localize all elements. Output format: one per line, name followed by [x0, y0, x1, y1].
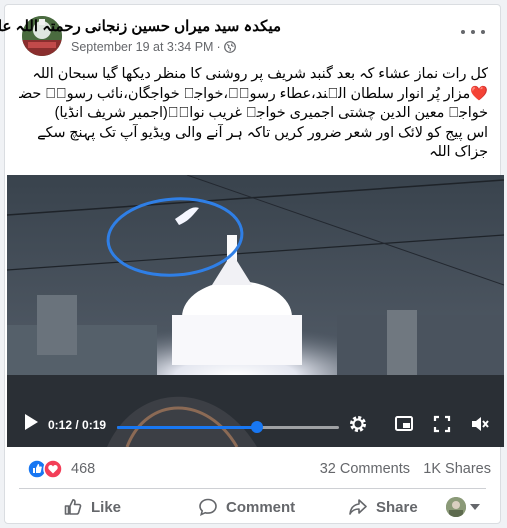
fullscreen-icon[interactable]: [432, 414, 452, 434]
action-bar: Like Comment Share: [19, 491, 486, 523]
video-player[interactable]: 0:12 / 0:19: [7, 175, 504, 447]
progress-fill: [117, 426, 258, 429]
progress-bar[interactable]: [117, 426, 339, 429]
shares-count[interactable]: 1K Shares: [423, 461, 491, 477]
post-timestamp[interactable]: September 19 at 3:34 PM: [71, 40, 213, 54]
caption-line: خواجہ معین الدین چشتی اجمیری خواجہ غریب …: [54, 105, 488, 122]
play-icon[interactable]: [25, 414, 38, 430]
comments-count[interactable]: 32 Comments: [320, 461, 410, 477]
comment-label: Comment: [226, 498, 296, 516]
post-meta: September 19 at 3:34 PM ·: [71, 40, 236, 54]
more-options-icon[interactable]: [461, 25, 485, 39]
like-button[interactable]: Like: [63, 491, 121, 523]
settings-icon[interactable]: [348, 414, 368, 434]
pip-icon[interactable]: [394, 414, 414, 434]
page-name[interactable]: میکدہ سید میراں حسین زنجانی رحمتہ اللہ ع…: [0, 17, 281, 35]
caption-line: جزاک اللہ: [429, 144, 488, 161]
volume-icon[interactable]: [470, 414, 490, 434]
share-button[interactable]: Share: [348, 491, 418, 523]
like-label: Like: [91, 498, 122, 516]
share-label: Share: [376, 498, 418, 516]
comment-icon: [199, 498, 217, 517]
reaction-count[interactable]: 468: [71, 461, 95, 477]
video-time: 0:12 / 0:19: [48, 418, 107, 432]
like-icon: [64, 499, 82, 515]
caption-line: ❤️مزار پُر انوار سلطان الہند،عطاء رسولؐ،…: [19, 85, 488, 102]
divider: [19, 488, 486, 489]
comment-button[interactable]: Comment: [198, 491, 295, 523]
reactions-summary: 468 32 Comments 1K Shares: [19, 457, 496, 481]
post-caption: کل رات نماز عشاء کہ بعد گنبد شریف پر روش…: [19, 65, 488, 163]
audience-selector[interactable]: [446, 497, 480, 517]
meta-separator: ·: [216, 40, 221, 54]
video-frame: [7, 175, 504, 447]
caption-line: کل رات نماز عشاء کہ بعد گنبد شریف پر روش…: [32, 66, 488, 82]
caption-line: اس پیج کو لائک اور شعر ضرور کریں تاکہ ہر…: [37, 124, 488, 141]
love-reaction-icon: [43, 459, 63, 479]
share-icon: [349, 499, 367, 515]
reaction-icons[interactable]: [27, 459, 65, 479]
chevron-down-icon: [470, 504, 480, 510]
post-card: میکدہ سید میراں حسین زنجانی رحمتہ اللہ ع…: [0, 4, 504, 524]
avatar: [446, 497, 466, 517]
globe-icon: [223, 41, 236, 53]
